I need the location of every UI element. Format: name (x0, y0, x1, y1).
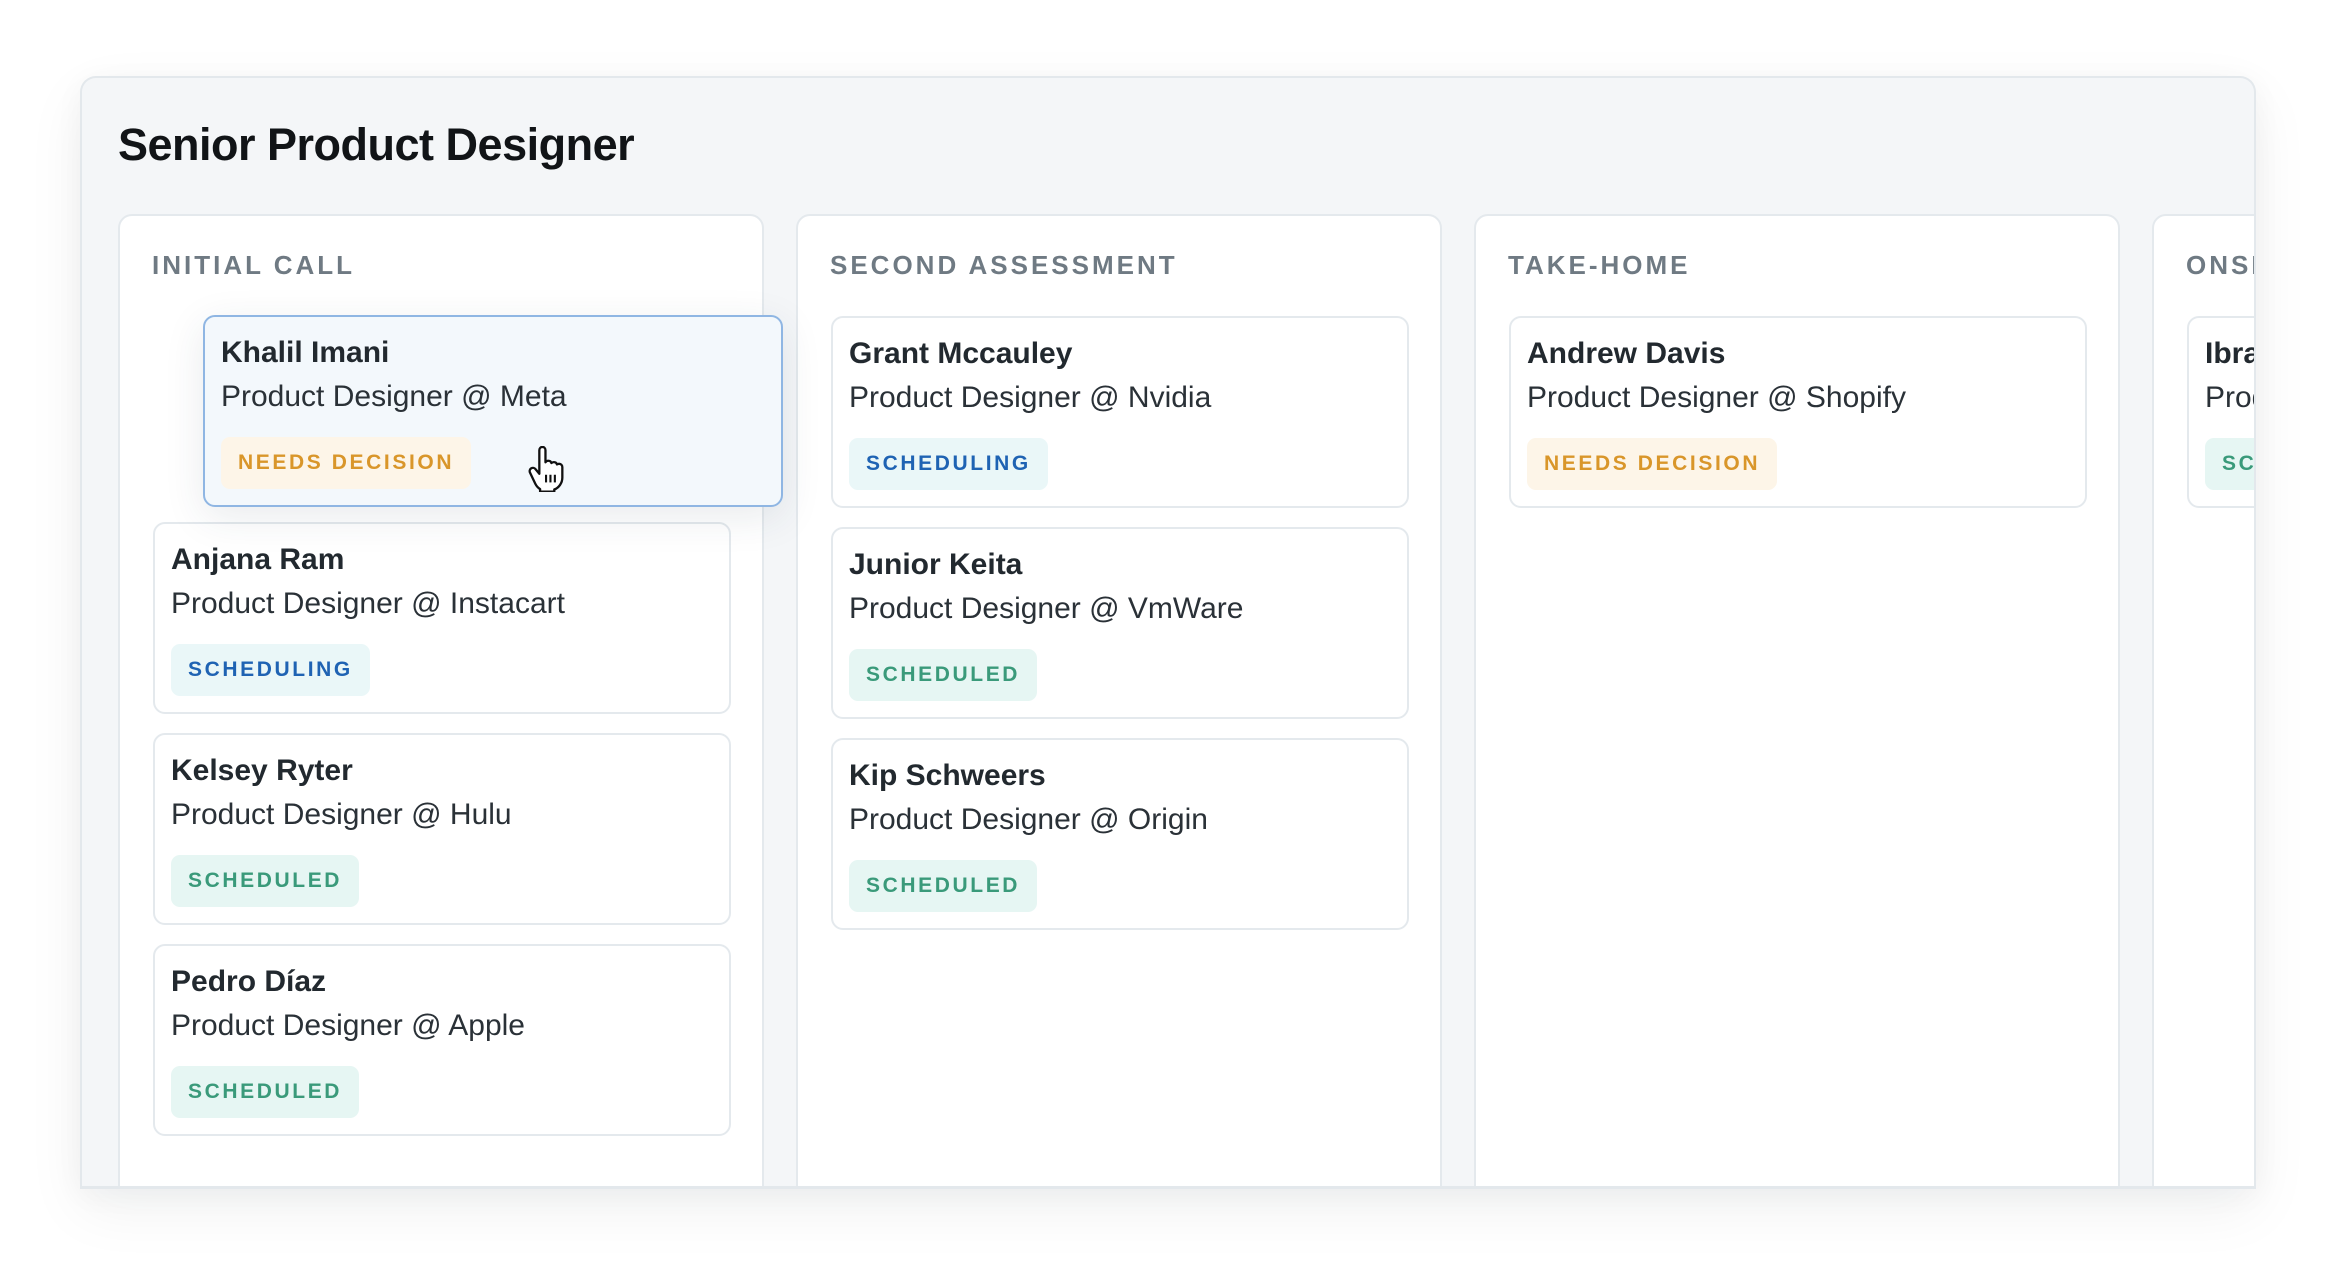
candidate-name: Grant Mccauley (849, 337, 1073, 370)
column-title: SECOND ASSESSMENT (830, 250, 1178, 280)
candidate-card[interactable]: Anjana Ram Product Designer @ Instacart … (153, 522, 731, 714)
candidate-card[interactable]: Junior Keita Product Designer @ VmWare S… (831, 527, 1409, 719)
candidate-name: Anjana Ram (171, 543, 345, 576)
status-badge: SCH (2205, 438, 2254, 490)
status-badge: SCHEDULED (171, 1066, 360, 1118)
candidate-card[interactable]: Kip Schweers Product Designer @ Origin S… (831, 738, 1409, 930)
status-badge: NEEDS DECISION (221, 437, 472, 489)
screen: Senior Product Designer INITIAL CALL Anj… (0, 0, 2338, 1274)
candidate-card[interactable]: Kelsey Ryter Product Designer @ Hulu SCH… (153, 733, 731, 925)
candidate-role: Product Designer @ Origin (849, 803, 1208, 836)
candidate-name: Pedro Díaz (171, 965, 327, 998)
candidate-card[interactable]: Pedro Díaz Product Designer @ Apple SCHE… (153, 944, 731, 1136)
hand-grab-cursor-icon (528, 446, 564, 492)
candidate-role: Prod (2205, 381, 2254, 414)
candidate-role: Product Designer @ VmWare (849, 592, 1244, 625)
status-badge: SCHEDULED (849, 649, 1038, 701)
candidate-role: Product Designer @ Nvidia (849, 381, 1212, 414)
status-badge: SCHEDULED (171, 855, 360, 907)
card-list: Ibra Prod SCH (2187, 316, 2256, 508)
page-title: Senior Product Designer (118, 119, 635, 170)
column-title: TAKE-HOME (1508, 250, 1691, 280)
candidate-role: Product Designer @ Meta (221, 380, 567, 413)
candidate-name: Kelsey Ryter (171, 754, 353, 787)
candidate-role: Product Designer @ Apple (171, 1009, 525, 1042)
status-badge: NEEDS DECISION (1527, 438, 1778, 490)
column-second-assessment[interactable]: SECOND ASSESSMENT Grant Mccauley Product… (796, 214, 1442, 1186)
candidate-card[interactable]: Grant Mccauley Product Designer @ Nvidia… (831, 316, 1409, 508)
candidate-role: Product Designer @ Shopify (1527, 381, 1906, 414)
card-list: Grant Mccauley Product Designer @ Nvidia… (831, 316, 1409, 930)
candidate-name: Khalil Imani (221, 336, 390, 369)
column-take-home[interactable]: TAKE-HOME Andrew Davis Product Designer … (1474, 214, 2120, 1186)
column-onsite[interactable]: ONSITE Ibra Prod SCH (2152, 214, 2256, 1186)
card-list: Anjana Ram Product Designer @ Instacart … (153, 522, 731, 1136)
card-list: Andrew Davis Product Designer @ Shopify … (1509, 316, 2087, 508)
status-badge: SCHEDULED (849, 860, 1038, 912)
status-badge: SCHEDULING (171, 644, 370, 696)
candidate-role: Product Designer @ Hulu (171, 798, 512, 831)
dragging-candidate-card[interactable]: Khalil Imani Product Designer @ Meta NEE… (203, 315, 783, 507)
pipeline-panel: Senior Product Designer INITIAL CALL Anj… (80, 76, 2256, 1189)
candidate-name: Junior Keita (849, 548, 1023, 581)
candidate-card[interactable]: Andrew Davis Product Designer @ Shopify … (1509, 316, 2087, 508)
candidate-name: Kip Schweers (849, 759, 1046, 792)
candidate-name: Ibra (2205, 337, 2256, 370)
column-title: ONSITE (2186, 250, 2254, 280)
column-title: INITIAL CALL (152, 250, 356, 280)
candidate-name: Andrew Davis (1527, 337, 1726, 370)
status-badge: SCHEDULING (849, 438, 1048, 490)
candidate-card[interactable]: Ibra Prod SCH (2187, 316, 2256, 508)
candidate-role: Product Designer @ Instacart (171, 587, 565, 620)
